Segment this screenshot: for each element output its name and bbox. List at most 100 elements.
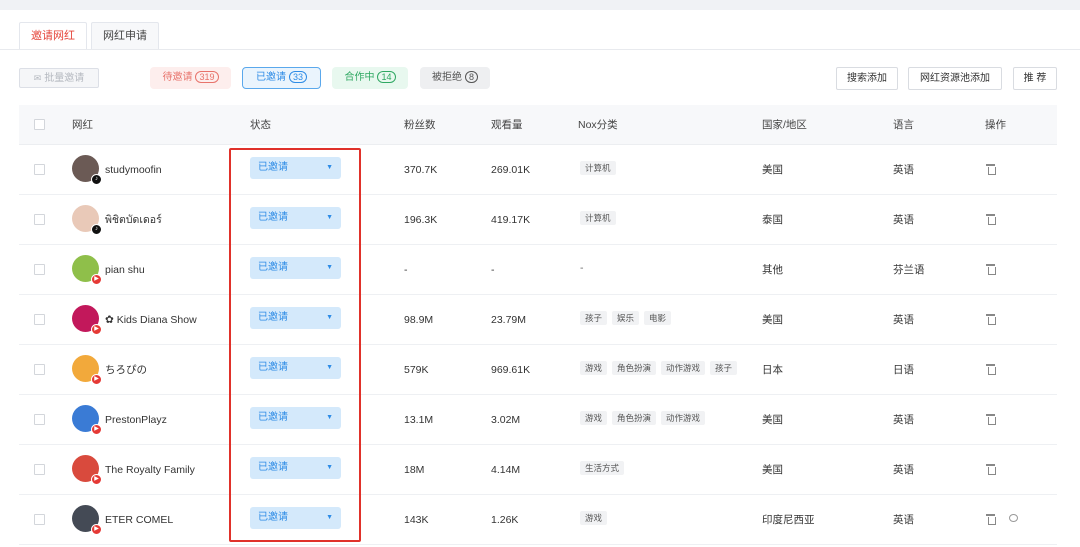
followers-value: 98.9M <box>404 314 434 326</box>
language-value: 英语 <box>893 464 914 476</box>
status-value: 已邀请 <box>258 162 288 173</box>
category-tag: 动作游戏 <box>661 411 706 425</box>
youtube-icon: ▶ <box>91 524 102 535</box>
category-tag: 游戏 <box>580 411 608 425</box>
category-tags: - <box>580 261 584 275</box>
followers-value: 370.7K <box>404 164 438 176</box>
status-dropdown[interactable]: 已邀请 ▼ <box>250 407 341 429</box>
category-tag: 游戏 <box>580 361 608 375</box>
category-empty: - <box>580 262 584 274</box>
caret-down-icon: ▼ <box>326 214 333 221</box>
table-row: ▶ ✿ Kids Diana Show 已邀请 ▼ 98.9M 23.79M 孩子 娱乐 电影 美… <box>19 295 1057 345</box>
filter-cooperating[interactable]: 合作中 14 <box>332 67 408 89</box>
row-checkbox[interactable] <box>34 214 45 225</box>
influencer-name[interactable]: ETER COMEL <box>105 495 173 545</box>
avatar[interactable]: ▶ <box>72 305 102 335</box>
language-value: 英语 <box>893 314 914 326</box>
category-tags: 计算机 <box>580 161 621 175</box>
row-checkbox[interactable] <box>34 164 45 175</box>
table-row: ♪ studymoofin 已邀请 ▼ 370.7K 269.01K 计算机 美国 英语 <box>19 145 1057 195</box>
status-value: 已邀请 <box>258 462 288 473</box>
filter-pending[interactable]: 待邀请 319 <box>150 67 231 89</box>
youtube-icon: ▶ <box>91 274 102 285</box>
filter-invited[interactable]: 已邀请 33 <box>242 67 321 89</box>
row-checkbox[interactable] <box>34 364 45 375</box>
tab-influencer-applications[interactable]: 网红申请 <box>91 22 159 49</box>
caret-down-icon: ▼ <box>326 264 333 271</box>
language-value: 芬兰语 <box>893 264 925 276</box>
row-checkbox[interactable] <box>34 514 45 525</box>
views-value: 4.14M <box>491 464 521 476</box>
filter-rejected-count: 8 <box>464 71 478 83</box>
row-checkbox[interactable] <box>34 414 45 425</box>
category-tag: 生活方式 <box>580 461 625 475</box>
language-value: 英语 <box>893 214 914 226</box>
status-value: 已邀请 <box>258 512 288 523</box>
trash-icon[interactable] <box>986 214 996 225</box>
trash-icon[interactable] <box>986 314 996 325</box>
table-row: ♪ พิชิตบัดเดอร์ 已邀请 ▼ 196.3K 419.17K 计算机 泰国 英语 <box>19 195 1057 245</box>
country-value: 美国 <box>762 414 783 426</box>
youtube-icon: ▶ <box>91 374 102 385</box>
row-checkbox[interactable] <box>34 264 45 275</box>
trash-icon[interactable] <box>986 514 996 525</box>
avatar[interactable]: ▶ <box>72 355 102 385</box>
category-tags: 生活方式 <box>580 461 629 475</box>
avatar[interactable]: ♪ <box>72 205 102 235</box>
status-dropdown[interactable]: 已邀请 ▼ <box>250 207 341 229</box>
influencer-name[interactable]: ちろぴの <box>105 345 147 395</box>
status-value: 已邀请 <box>258 312 288 323</box>
category-tag: 孩子 <box>580 311 608 325</box>
status-value: 已邀请 <box>258 362 288 373</box>
avatar[interactable]: ▶ <box>72 405 102 435</box>
avatar[interactable]: ♪ <box>72 155 102 185</box>
header-actions: 操作 <box>985 119 1006 131</box>
influencer-name[interactable]: The Royalty Family <box>105 445 195 495</box>
category-tags: 孩子 娱乐 电影 <box>580 311 676 325</box>
influencer-name[interactable]: PrestonPlayz <box>105 395 167 445</box>
status-dropdown[interactable]: 已邀请 ▼ <box>250 257 341 279</box>
category-tag: 电影 <box>644 311 672 325</box>
language-value: 英语 <box>893 414 914 426</box>
category-tag: 孩子 <box>710 361 738 375</box>
batch-invite-button[interactable]: ✉ 批量邀请 <box>19 68 99 88</box>
avatar[interactable]: ▶ <box>72 455 102 485</box>
recommend-button[interactable]: 推 荐 <box>1013 67 1057 90</box>
status-dropdown[interactable]: 已邀请 ▼ <box>250 357 341 379</box>
influencer-name[interactable]: pian shu <box>105 245 145 295</box>
status-dropdown[interactable]: 已邀请 ▼ <box>250 457 341 479</box>
status-value: 已邀请 <box>258 212 288 223</box>
trash-icon[interactable] <box>986 464 996 475</box>
chat-icon[interactable] <box>1009 514 1018 522</box>
trash-icon[interactable] <box>986 264 996 275</box>
influencer-name[interactable]: ✿ Kids Diana Show <box>105 295 197 345</box>
category-tags: 游戏 <box>580 511 612 525</box>
category-tags: 游戏 角色扮演 动作游戏 <box>580 411 710 425</box>
avatar[interactable]: ▶ <box>72 255 102 285</box>
status-dropdown[interactable]: 已邀请 ▼ <box>250 507 341 529</box>
batch-invite-label: 批量邀请 <box>44 73 85 84</box>
filter-rejected-label: 被拒绝 <box>431 72 462 83</box>
trash-icon[interactable] <box>986 164 996 175</box>
influencer-name[interactable]: studymoofin <box>105 145 162 195</box>
category-tag: 角色扮演 <box>612 361 657 375</box>
status-dropdown[interactable]: 已邀请 ▼ <box>250 157 341 179</box>
filter-cooperating-label: 合作中 <box>344 72 375 83</box>
trash-icon[interactable] <box>986 364 996 375</box>
tab-invite-influencers[interactable]: 邀请网红 <box>19 22 87 49</box>
select-all-checkbox[interactable] <box>34 119 45 130</box>
status-dropdown[interactable]: 已邀请 ▼ <box>250 307 341 329</box>
pool-add-button[interactable]: 网红资源池添加 <box>908 67 1002 90</box>
filter-rejected[interactable]: 被拒绝 8 <box>420 67 490 89</box>
tiktok-icon: ♪ <box>91 224 102 235</box>
category-tag: 计算机 <box>580 211 616 225</box>
search-add-button[interactable]: 搜索添加 <box>836 67 898 90</box>
country-value: 泰国 <box>762 214 783 226</box>
influencer-name[interactable]: พิชิตบัดเดอร์ <box>105 195 162 245</box>
avatar[interactable]: ▶ <box>72 505 102 535</box>
caret-down-icon: ▼ <box>326 164 333 171</box>
row-checkbox[interactable] <box>34 464 45 475</box>
row-checkbox[interactable] <box>34 314 45 325</box>
trash-icon[interactable] <box>986 414 996 425</box>
views-value: 419.17K <box>491 214 531 226</box>
